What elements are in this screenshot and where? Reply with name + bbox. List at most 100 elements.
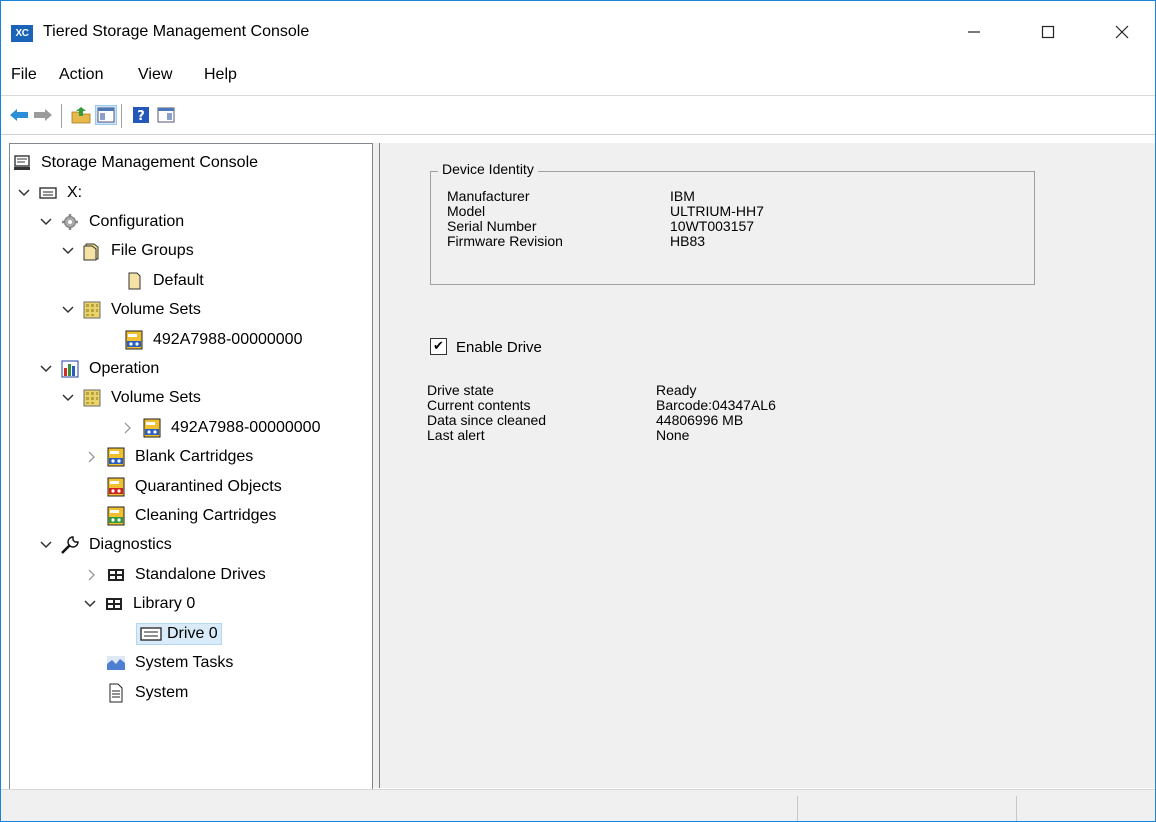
chevron-down-icon[interactable] (60, 390, 76, 406)
chevron-right-icon[interactable] (84, 449, 100, 465)
status-separator (797, 796, 798, 821)
up-one-level-button[interactable] (71, 106, 91, 124)
chevron-down-icon[interactable] (82, 596, 98, 612)
chevron-down-icon[interactable] (60, 302, 76, 318)
tree-item-server[interactable]: X: (16, 180, 85, 206)
menu-view[interactable]: View (138, 66, 172, 84)
chevron-down-icon[interactable] (38, 361, 54, 377)
tree-item-root[interactable]: Storage Management Console (12, 150, 261, 176)
main-window: XC Tiered Storage Management Console Fil… (0, 0, 1156, 822)
tree-item-volume-config[interactable]: 492A7988-00000000 (124, 327, 305, 353)
drive0-label: Drive 0 (167, 625, 218, 642)
tree-item-standalone-drives[interactable]: Standalone Drives (84, 562, 269, 588)
help-button[interactable]: ? (131, 106, 151, 124)
chevron-down-icon[interactable] (60, 243, 76, 259)
data-since-cleaned-label: Data since cleaned (427, 412, 547, 428)
menu-bar: File Action View Help (1, 61, 1155, 91)
tree-item-blank-cartridges[interactable]: Blank Cartridges (84, 444, 256, 470)
chevron-right-icon[interactable] (120, 420, 136, 436)
drive-state-value: Ready (656, 382, 697, 398)
window-title: Tiered Storage Management Console (43, 23, 310, 40)
model-label: Model (447, 203, 486, 219)
gear-icon (60, 212, 80, 232)
library-icon (104, 594, 124, 614)
tree-label: Volume Sets (111, 389, 201, 406)
tree-label: Cleaning Cartridges (135, 507, 277, 524)
bar-chart-icon (60, 359, 80, 379)
firmware-revision-label: Firmware Revision (447, 233, 563, 249)
tree-item-file-groups[interactable]: File Groups (60, 238, 197, 264)
minimize-icon (968, 31, 980, 33)
data-since-cleaned-value: 44806996 MB (656, 412, 744, 428)
cartridge-icon (142, 418, 162, 438)
last-alert-value: None (656, 427, 690, 443)
tree-label: System Tasks (135, 654, 234, 671)
quarantine-cartridge-icon (106, 477, 126, 497)
toolbar-separator (61, 104, 62, 128)
status-separator (1016, 796, 1017, 821)
menu-help[interactable]: Help (204, 66, 237, 84)
tree-item-configuration[interactable]: Configuration (38, 209, 187, 235)
status-bar (1, 789, 1155, 821)
device-identity-title: Device Identity (438, 161, 538, 177)
forward-button[interactable] (33, 106, 53, 124)
enable-drive-label[interactable]: Enable Drive (456, 339, 542, 356)
details-pane: Device Identity Manufacturer IBM Model U… (379, 143, 1155, 788)
chevron-right-icon[interactable] (84, 567, 100, 583)
chevron-down-icon[interactable] (38, 214, 54, 230)
chevron-down-icon[interactable] (16, 185, 32, 201)
tree-item-drive0[interactable]: Drive 0 (136, 621, 222, 647)
action-pane-button[interactable] (156, 106, 176, 124)
manufacturer-label: Manufacturer (447, 188, 530, 204)
show-hide-tree-button[interactable] (95, 105, 117, 125)
close-icon (1115, 25, 1129, 39)
firmware-revision-value: HB83 (670, 233, 706, 249)
file-group-icon (124, 271, 144, 291)
action-pane-icon (157, 107, 175, 123)
tree-item-volume-sets-config[interactable]: Volume Sets (60, 297, 204, 323)
tree-item-volume-sets-op[interactable]: Volume Sets (60, 385, 204, 411)
tree-item-operation[interactable]: Operation (38, 356, 162, 382)
tree-item-default[interactable]: Default (124, 268, 207, 294)
tree-label: Operation (89, 360, 160, 377)
tree-item-system-tasks[interactable]: System Tasks (106, 650, 236, 676)
chevron-down-icon[interactable] (38, 537, 54, 553)
tree-label: 492A7988-00000000 (171, 419, 321, 436)
tree-item-system[interactable]: System (106, 680, 191, 706)
cartridge-icon (124, 330, 144, 350)
forward-arrow-icon (34, 109, 52, 121)
tree-label: Blank Cartridges (135, 448, 254, 465)
tree-item-diagnostics[interactable]: Diagnostics (38, 532, 175, 558)
file-groups-icon (82, 241, 102, 261)
tree-label: File Groups (111, 242, 194, 259)
model-value: ULTRIUM-HH7 (670, 203, 764, 219)
drive-state-label: Drive state (427, 382, 494, 398)
tree-pane[interactable]: Storage Management Console X: Configurat… (9, 143, 373, 790)
tree-item-quarantined-objects[interactable]: Quarantined Objects (106, 474, 285, 500)
tree-label: Quarantined Objects (135, 478, 282, 495)
tree-label: Volume Sets (111, 301, 201, 318)
tree-label: Standalone Drives (135, 566, 266, 583)
tree-item-library0[interactable]: Library 0 (82, 591, 198, 617)
maximize-button[interactable] (1025, 13, 1071, 51)
serial-number-value: 10WT003157 (670, 218, 755, 234)
tree-item-cleaning-cartridges[interactable]: Cleaning Cartridges (106, 503, 279, 529)
manufacturer-value: IBM (670, 188, 695, 204)
menu-file[interactable]: File (11, 66, 37, 84)
close-button[interactable] (1099, 13, 1145, 51)
tree-label: Drive 0 (136, 623, 222, 645)
tree-label: Storage Management Console (41, 154, 259, 171)
server-drive-icon (38, 183, 58, 203)
toolbar: ? (1, 95, 1155, 135)
blank-cartridge-icon (106, 447, 126, 467)
enable-drive-checkbox[interactable]: ✔ (430, 338, 447, 355)
menu-action[interactable]: Action (59, 66, 103, 84)
minimize-button[interactable] (951, 13, 997, 51)
back-arrow-icon (10, 109, 28, 121)
tree-item-volume-op[interactable]: 492A7988-00000000 (120, 415, 323, 441)
back-button[interactable] (9, 106, 29, 124)
current-contents-value: Barcode:04347AL6 (656, 397, 776, 413)
drives-icon (106, 565, 126, 585)
console-icon (12, 153, 32, 173)
checkmark-icon: ✔ (433, 339, 444, 354)
